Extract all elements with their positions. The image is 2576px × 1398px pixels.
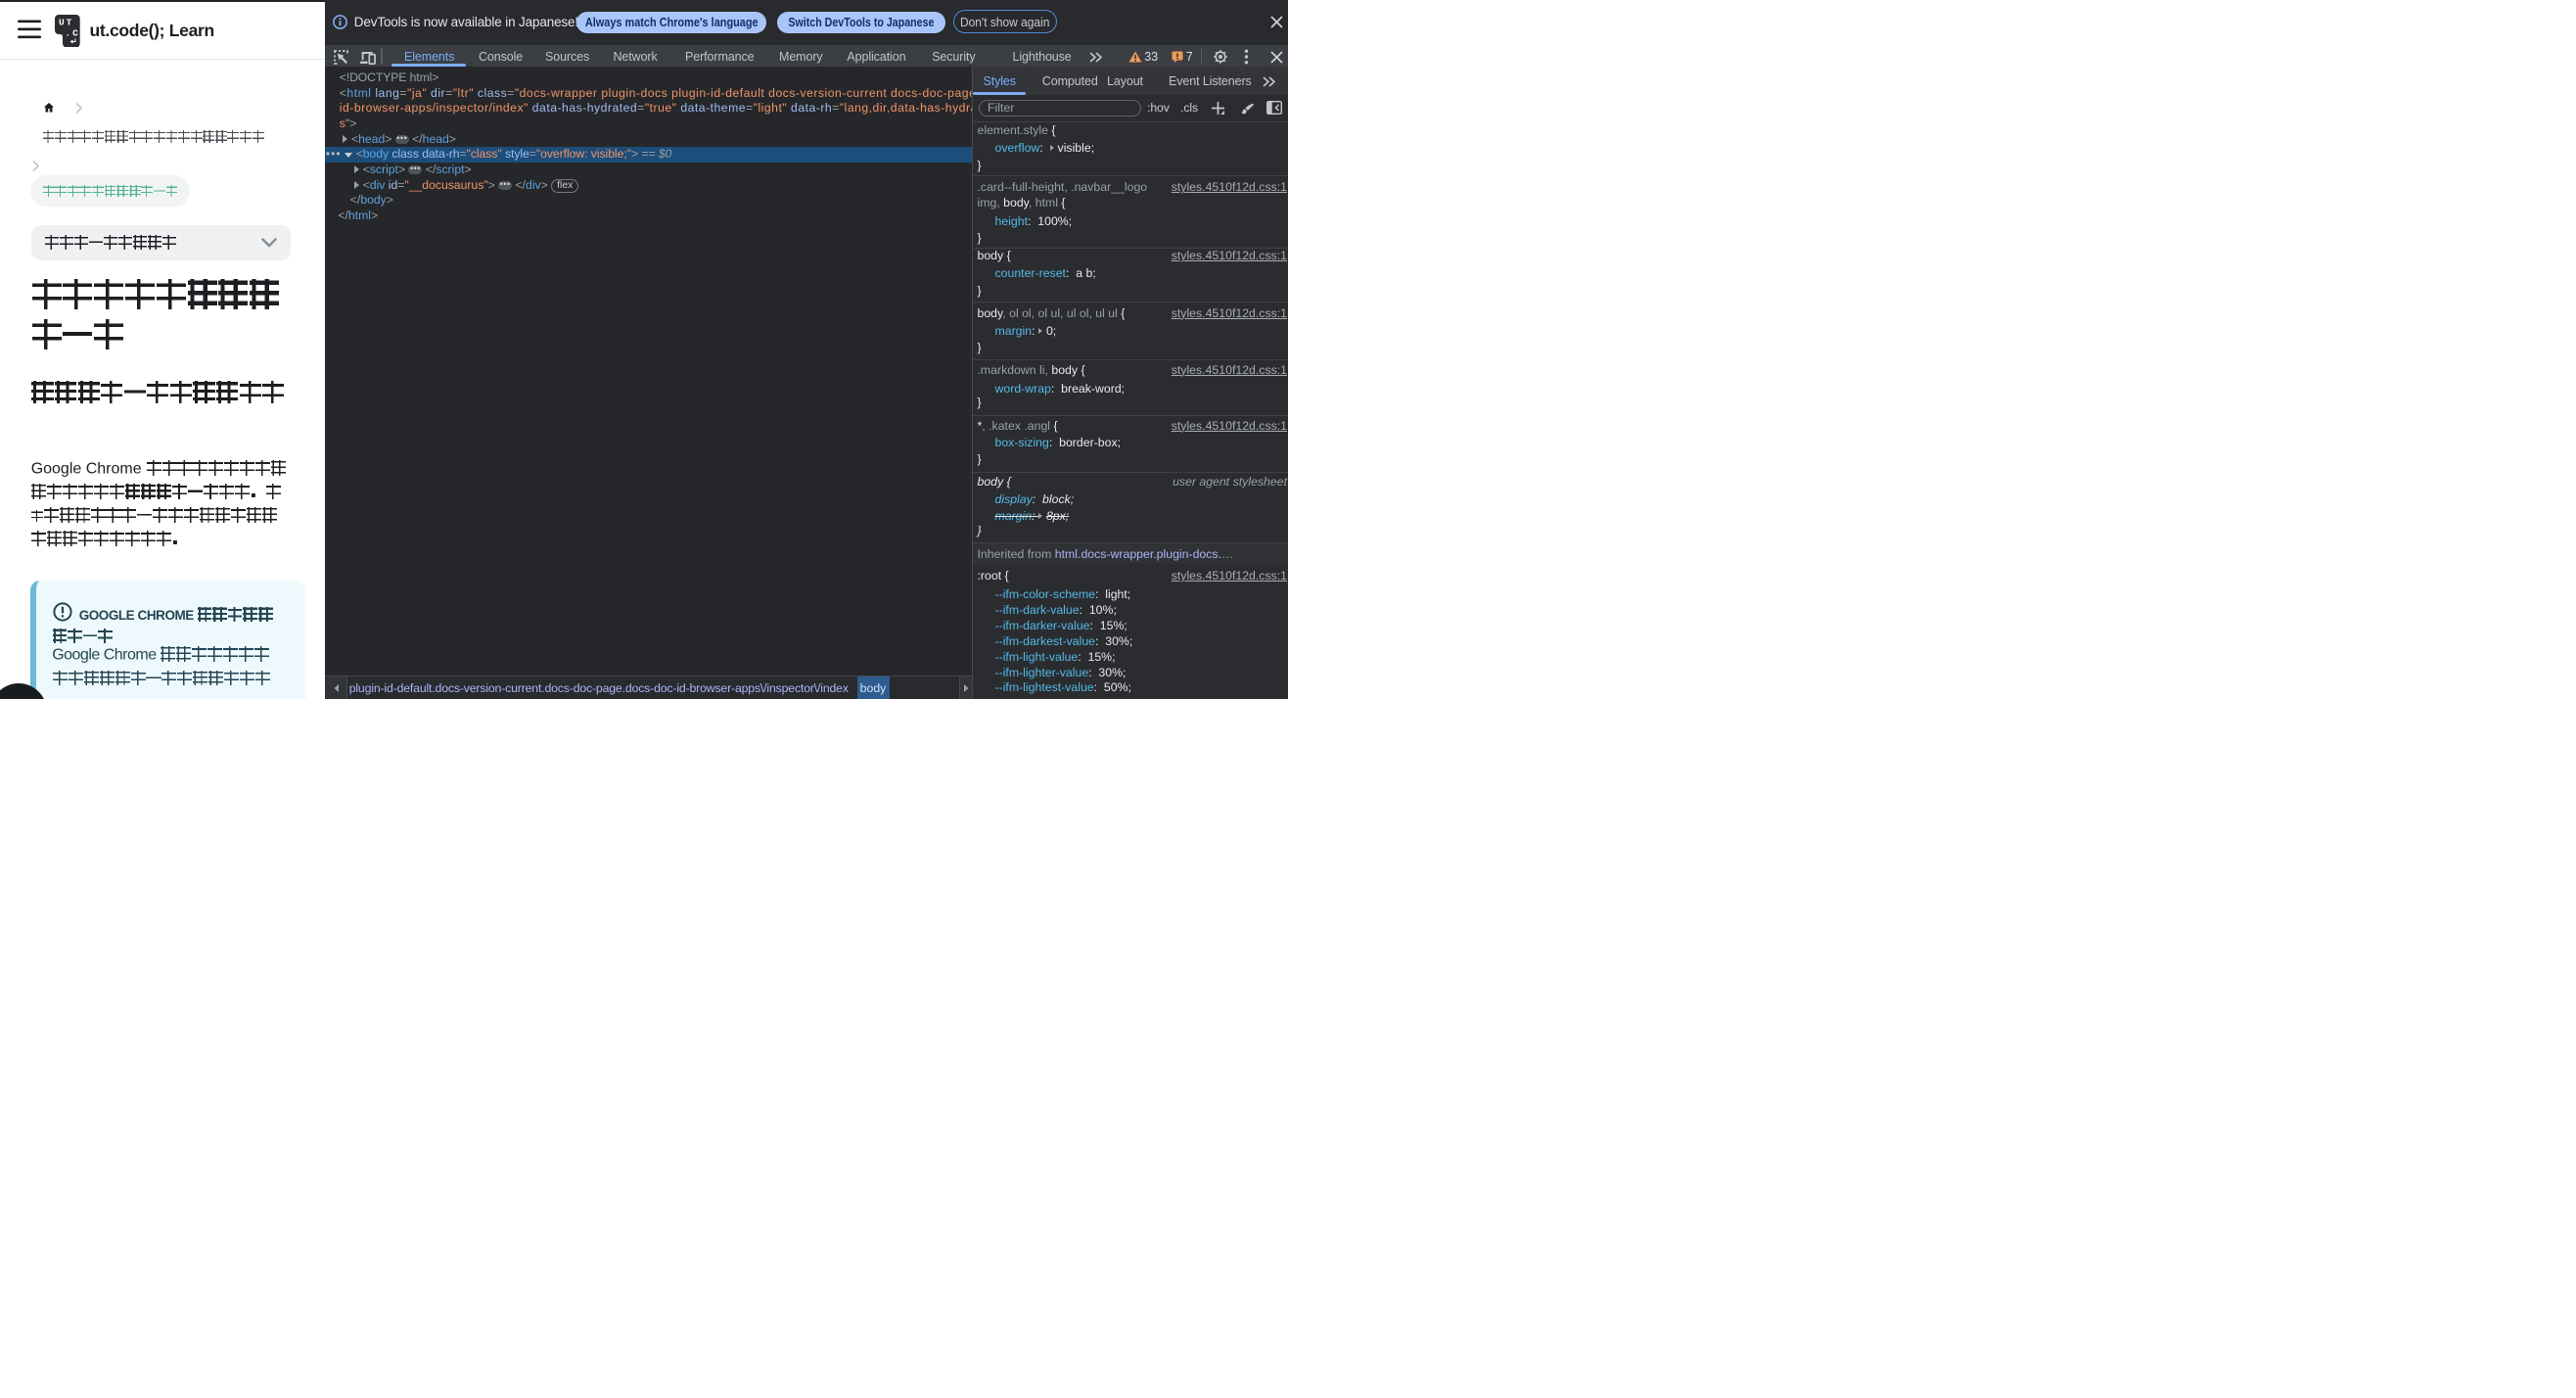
- svg-text:.C: .C: [66, 27, 80, 38]
- svg-text:UT: UT: [59, 17, 73, 27]
